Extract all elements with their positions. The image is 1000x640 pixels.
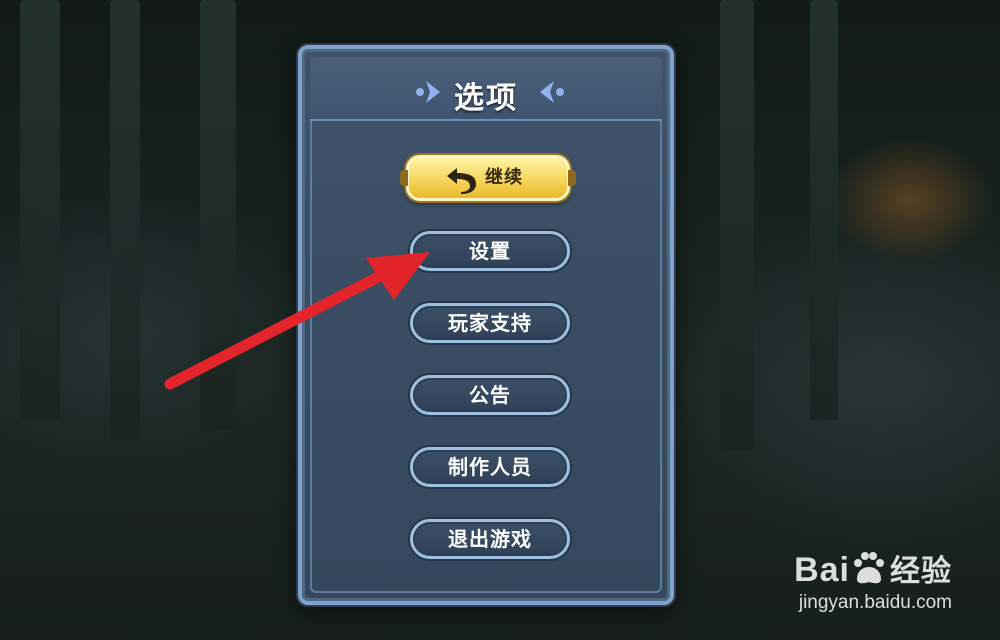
- watermark-logo-suffix: 经验: [890, 554, 952, 589]
- options-menu-panel: 选项 继续 设置 玩家支持 公告 制作人员 退出游戏: [298, 45, 674, 605]
- menu-header: 选项: [310, 57, 662, 121]
- button-side-tab: [400, 170, 408, 186]
- watermark-url: jingyan.baidu.com: [798, 592, 952, 613]
- player-support-button[interactable]: 玩家支持: [410, 303, 570, 343]
- background-tree: [720, 0, 754, 450]
- watermark-logo: Bai 经验: [794, 546, 952, 590]
- background-tree: [200, 0, 236, 430]
- continue-button[interactable]: 继续: [400, 155, 576, 201]
- back-arrow-icon: [447, 168, 476, 194]
- background-tree: [810, 0, 838, 420]
- menu-title: 选项: [454, 81, 518, 116]
- settings-button[interactable]: 设置: [410, 231, 570, 271]
- quit-game-button[interactable]: 退出游戏: [410, 519, 570, 559]
- button-side-tab: [568, 170, 576, 186]
- watermark-logo-text: Bai: [794, 551, 850, 589]
- chevron-left-icon: [540, 81, 564, 103]
- baidu-jingyan-watermark: Bai 经验 jingyan.baidu.com: [794, 546, 952, 614]
- continue-label: 继续: [485, 167, 523, 188]
- background-tree: [20, 0, 60, 420]
- background-tree: [110, 0, 140, 440]
- game-scene-background: 选项 继续 设置 玩家支持 公告 制作人员 退出游戏 Bai 经验 jingya…: [0, 0, 1000, 640]
- announcements-button[interactable]: 公告: [410, 375, 570, 415]
- paw-icon: [854, 552, 884, 584]
- credits-button[interactable]: 制作人员: [410, 447, 570, 487]
